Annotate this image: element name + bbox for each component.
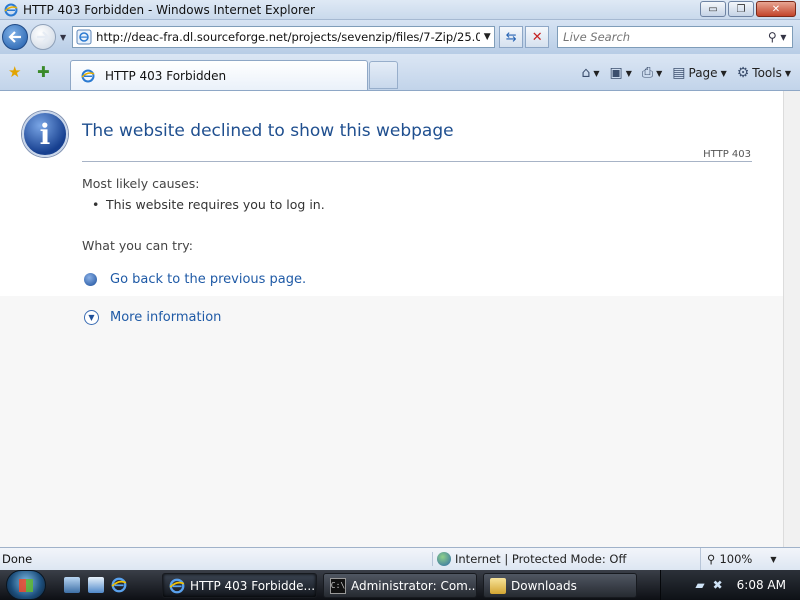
chevron-down-icon[interactable]: ▼ — [84, 310, 99, 325]
taskbar-button-ie[interactable]: HTTP 403 Forbidde... — [162, 573, 317, 598]
ie-quicklaunch-icon[interactable] — [111, 577, 127, 593]
info-icon: i — [22, 111, 68, 157]
arrow-left-icon — [8, 31, 21, 43]
window-title: HTTP 403 Forbidden - Windows Internet Ex… — [23, 2, 315, 17]
new-tab-button[interactable] — [369, 61, 398, 89]
stop-icon: ✕ — [531, 29, 543, 45]
cause-list-item: This website requires you to log in. — [92, 197, 325, 212]
home-icon: ⌂ — [581, 65, 591, 81]
search-box[interactable]: ⚲ ▾ — [557, 26, 794, 48]
status-bar: Done Internet | Protected Mode: Off ⚲ 10… — [0, 547, 800, 570]
tools-dropdown-icon: ▼ — [784, 68, 791, 78]
address-dropdown-icon[interactable]: ▼ — [480, 32, 494, 42]
go-back-row: Go back to the previous page. — [84, 272, 306, 287]
favorites-star-icon[interactable]: ★ — [8, 63, 21, 81]
globe-icon — [437, 552, 451, 566]
command-prompt-icon: C:\ — [330, 577, 346, 594]
show-desktop-icon[interactable] — [64, 577, 80, 593]
page-menu-icon: ▤ — [672, 65, 686, 81]
status-text: Done — [2, 552, 33, 566]
clock[interactable]: 6:08 AM — [737, 578, 786, 592]
system-tray: ▰ ✖ 6:08 AM — [660, 570, 800, 600]
page-icon — [76, 29, 92, 45]
search-icon[interactable]: ⚲ ▾ — [762, 30, 792, 44]
page-menu-label: Page — [688, 66, 718, 80]
tab-http-403[interactable]: HTTP 403 Forbidden — [70, 60, 368, 90]
maximize-button[interactable]: ❐ — [728, 1, 754, 17]
tab-bar: ★ ✚ HTTP 403 Forbidden ⌂ ▼ ▣ ▼ ⎙ ▼ ▤ Page ▼ ⚙… — [0, 54, 800, 91]
page-content: i The website declined to show this webp… — [0, 91, 783, 547]
vertical-scrollbar[interactable] — [783, 91, 800, 547]
page-menu[interactable]: ▤ Page ▼ — [669, 65, 729, 81]
print-dropdown-icon[interactable]: ▼ — [656, 69, 662, 78]
printer-icon: ⎙ — [641, 65, 654, 81]
tab-label: HTTP 403 Forbidden — [105, 68, 227, 83]
command-bar: ⌂ ▼ ▣ ▼ ⎙ ▼ ▤ Page ▼ ⚙ Tools ▼ — [578, 62, 794, 84]
refresh-button[interactable]: ⇆ — [499, 26, 524, 48]
blue-bullet-icon — [84, 273, 97, 286]
tab-page-icon — [81, 69, 95, 83]
address-bar[interactable]: http://deac-fra.dl.sourceforge.net/proje… — [72, 26, 496, 48]
go-back-link[interactable]: Go back to the previous page. — [110, 272, 306, 287]
zoom-level: 100% — [719, 552, 753, 566]
switch-windows-icon[interactable] — [88, 577, 104, 593]
zoom-dropdown-icon[interactable]: ▼ — [770, 555, 776, 564]
content-lower-background — [0, 296, 783, 547]
taskbar-button-label: Administrator: Com... — [351, 578, 477, 593]
gear-icon: ⚙ — [736, 65, 750, 81]
close-button[interactable]: ✕ — [756, 1, 796, 17]
taskbar-button-label: Downloads — [511, 578, 577, 593]
volume-muted-icon[interactable]: ✖ — [713, 578, 723, 592]
more-information-link[interactable]: More information — [110, 310, 221, 325]
window-titlebar: HTTP 403 Forbidden - Windows Internet Ex… — [0, 0, 800, 20]
feeds-dropdown-icon[interactable]: ▼ — [626, 69, 632, 78]
taskbar-button-downloads[interactable]: Downloads — [483, 573, 637, 598]
more-info-row[interactable]: ▼ More information — [84, 310, 221, 325]
add-favorites-icon[interactable]: ✚ — [37, 63, 50, 81]
print-button[interactable]: ⎙ ▼ — [639, 65, 665, 81]
back-button[interactable] — [2, 24, 28, 50]
try-heading: What you can try: — [82, 238, 193, 253]
zoom-icon: ⚲ — [707, 552, 716, 566]
search-input[interactable] — [558, 30, 763, 44]
stop-button[interactable]: ✕ — [525, 26, 550, 48]
home-dropdown-icon[interactable]: ▼ — [593, 69, 599, 78]
history-dropdown-icon[interactable]: ▼ — [60, 33, 66, 42]
rss-icon: ▣ — [609, 65, 623, 81]
zoom-control[interactable]: ⚲ 100% ▼ — [700, 548, 776, 570]
ie-logo-icon — [4, 3, 18, 17]
forward-button[interactable] — [30, 24, 56, 50]
minimize-button[interactable]: ▭ — [700, 1, 726, 17]
security-zone[interactable]: Internet | Protected Mode: Off — [432, 552, 700, 566]
arrow-right-icon — [37, 31, 50, 43]
heading-divider — [82, 161, 752, 162]
tools-menu[interactable]: ⚙ Tools ▼ — [734, 65, 794, 81]
start-button[interactable] — [6, 570, 46, 600]
taskbar-button-cmd[interactable]: C:\ Administrator: Com... — [323, 573, 477, 598]
page-title: The website declined to show this webpag… — [82, 121, 454, 141]
taskbar-button-label: HTTP 403 Forbidde... — [190, 578, 316, 593]
taskbar: HTTP 403 Forbidde... C:\ Administrator: … — [0, 570, 800, 600]
folder-icon — [490, 577, 506, 594]
http-status-code: HTTP 403 — [703, 149, 751, 160]
address-input[interactable]: http://deac-fra.dl.sourceforge.net/proje… — [96, 30, 480, 44]
page-dropdown-icon: ▼ — [720, 68, 727, 78]
network-icon[interactable]: ▰ — [695, 578, 704, 592]
feeds-button[interactable]: ▣ ▼ — [607, 65, 635, 81]
causes-heading: Most likely causes: — [82, 176, 200, 191]
refresh-icon: ⇆ — [505, 29, 517, 45]
navigation-bar: ▼ http://deac-fra.dl.sourceforge.net/pro… — [0, 20, 800, 54]
zone-label: Internet | Protected Mode: Off — [455, 552, 627, 566]
home-button[interactable]: ⌂ ▼ — [578, 65, 602, 81]
ie-taskbar-icon — [169, 578, 185, 594]
window-controls: ▭ ❐ ✕ — [700, 1, 796, 17]
tools-menu-label: Tools — [752, 66, 782, 80]
